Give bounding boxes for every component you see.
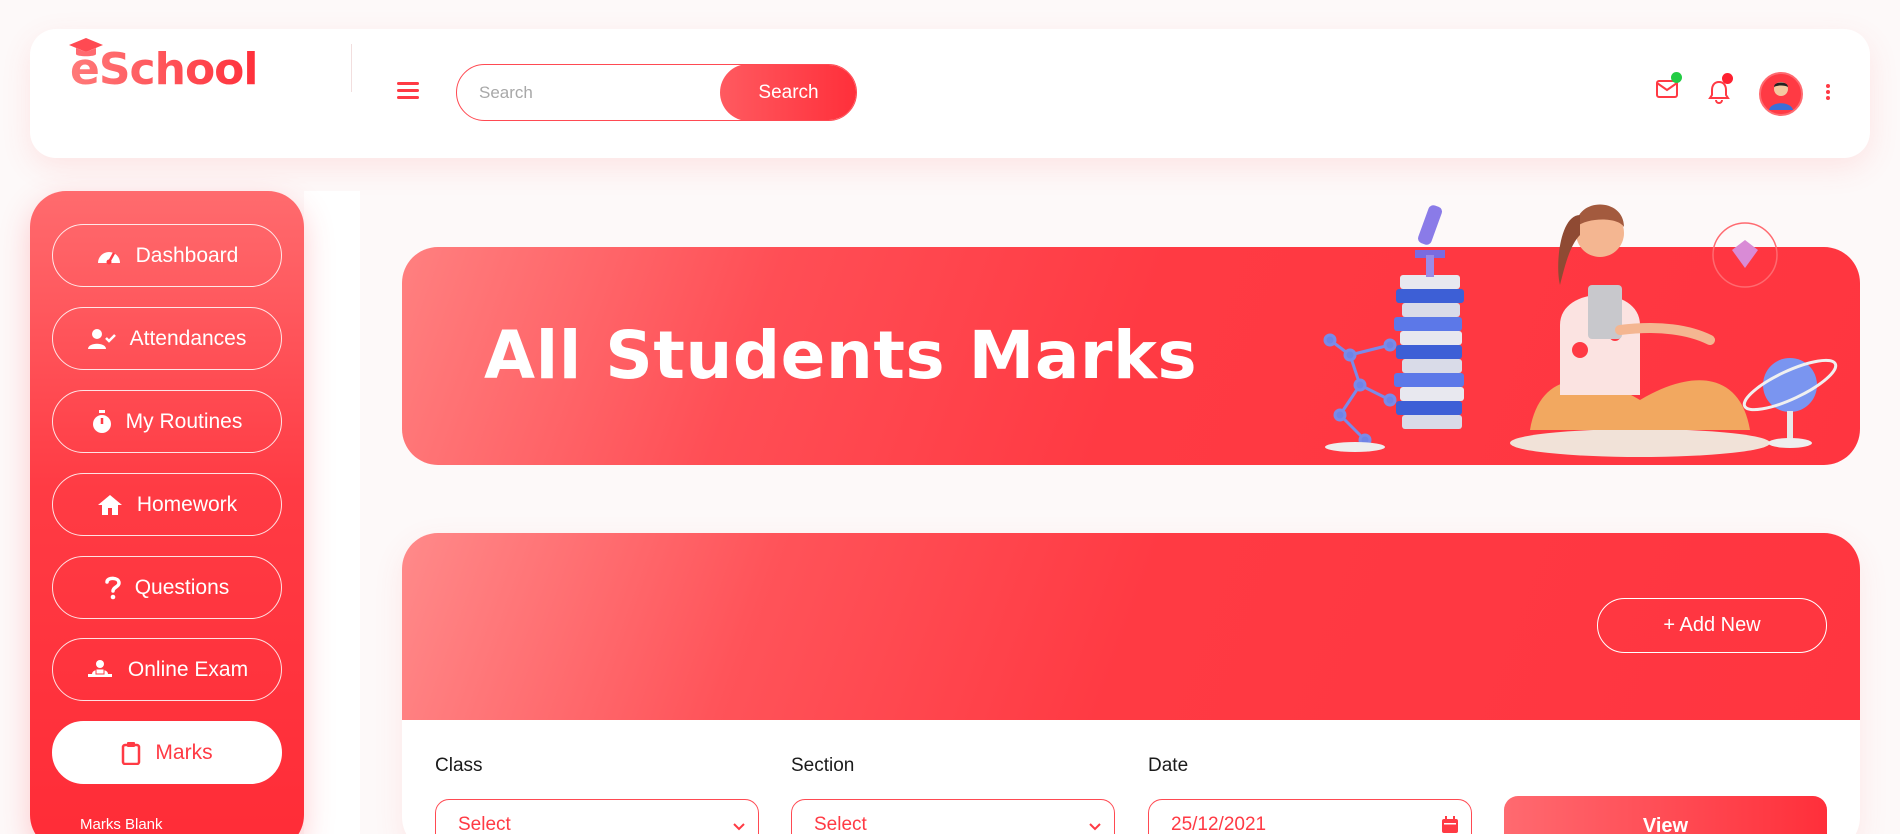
mail-status-dot bbox=[1671, 72, 1682, 83]
sidebar-gutter bbox=[304, 191, 360, 834]
home-icon bbox=[97, 494, 122, 515]
search-bar: Search bbox=[456, 64, 857, 121]
sidebar-item-label: Homework bbox=[136, 492, 238, 516]
question-icon bbox=[104, 576, 121, 599]
sidebar-item-label: Attendances bbox=[129, 326, 247, 350]
sidebar-item-dashboard[interactable]: Dashboard bbox=[52, 224, 282, 287]
avatar[interactable] bbox=[1759, 72, 1803, 116]
search-input[interactable] bbox=[457, 65, 727, 120]
sidebar-item-label: Marks bbox=[155, 740, 213, 764]
gem-icon bbox=[1732, 240, 1758, 268]
chevron-down-icon bbox=[733, 823, 745, 831]
stopwatch-icon bbox=[92, 409, 111, 433]
exam-icon bbox=[87, 659, 112, 677]
marks-card: + Add New Class Select Section Select Da… bbox=[402, 533, 1860, 834]
user-check-icon bbox=[87, 328, 116, 349]
globe-icon bbox=[1742, 358, 1838, 448]
header-divider bbox=[351, 44, 352, 92]
class-select-value: Select bbox=[458, 814, 511, 834]
sidebar-item-label: Online Exam bbox=[127, 657, 249, 681]
sidebar-item-label: Dashboard bbox=[135, 243, 239, 267]
brand-logo[interactable]: eSchool bbox=[40, 34, 258, 104]
menu-icon[interactable] bbox=[397, 82, 419, 102]
view-button[interactable]: View bbox=[1504, 796, 1827, 834]
books-stack-icon bbox=[1394, 275, 1464, 429]
chevron-down-icon bbox=[1089, 823, 1101, 831]
sidebar-item-marks[interactable]: Marks bbox=[52, 721, 282, 784]
section-select[interactable]: Select bbox=[791, 799, 1115, 834]
sidebar-item-attendances[interactable]: Attendances bbox=[52, 307, 282, 370]
calendar-icon bbox=[1442, 816, 1458, 833]
section-label: Section bbox=[791, 755, 855, 776]
sidebar-item-label: Questions bbox=[134, 575, 230, 599]
class-label: Class bbox=[435, 755, 483, 776]
microscope-icon bbox=[1415, 205, 1445, 277]
search-button[interactable]: Search bbox=[720, 65, 856, 120]
sidebar-subitem-marks-blank[interactable]: Marks Blank bbox=[80, 816, 163, 833]
date-label: Date bbox=[1148, 755, 1189, 776]
molecule-icon bbox=[1323, 333, 1397, 447]
top-header bbox=[30, 29, 1870, 158]
gauge-icon bbox=[97, 251, 120, 264]
sidebar-item-homework[interactable]: Homework bbox=[52, 473, 282, 536]
clipboard-icon bbox=[122, 741, 141, 765]
date-input[interactable]: 25/12/2021 bbox=[1148, 799, 1472, 834]
student-illustration bbox=[1323, 204, 1838, 457]
user-avatar-icon bbox=[1761, 74, 1801, 114]
section-select-value: Select bbox=[814, 814, 867, 834]
card-header: + Add New bbox=[402, 533, 1860, 720]
kebab-icon[interactable] bbox=[1824, 84, 1832, 104]
sidebar-item-label: My Routines bbox=[125, 409, 243, 433]
sidebar: Dashboard Attendances My Routines Homewo… bbox=[30, 191, 304, 834]
sidebar-item-questions[interactable]: Questions bbox=[52, 556, 282, 619]
add-new-button[interactable]: + Add New bbox=[1597, 598, 1827, 653]
notification-dot bbox=[1722, 73, 1733, 84]
sidebar-item-online-exam[interactable]: Online Exam bbox=[52, 638, 282, 701]
page-title: All Students Marks bbox=[484, 317, 1198, 394]
sidebar-item-my-routines[interactable]: My Routines bbox=[52, 390, 282, 453]
class-select[interactable]: Select bbox=[435, 799, 759, 834]
date-input-value: 25/12/2021 bbox=[1171, 814, 1267, 834]
brand-name: eSchool bbox=[70, 44, 258, 95]
